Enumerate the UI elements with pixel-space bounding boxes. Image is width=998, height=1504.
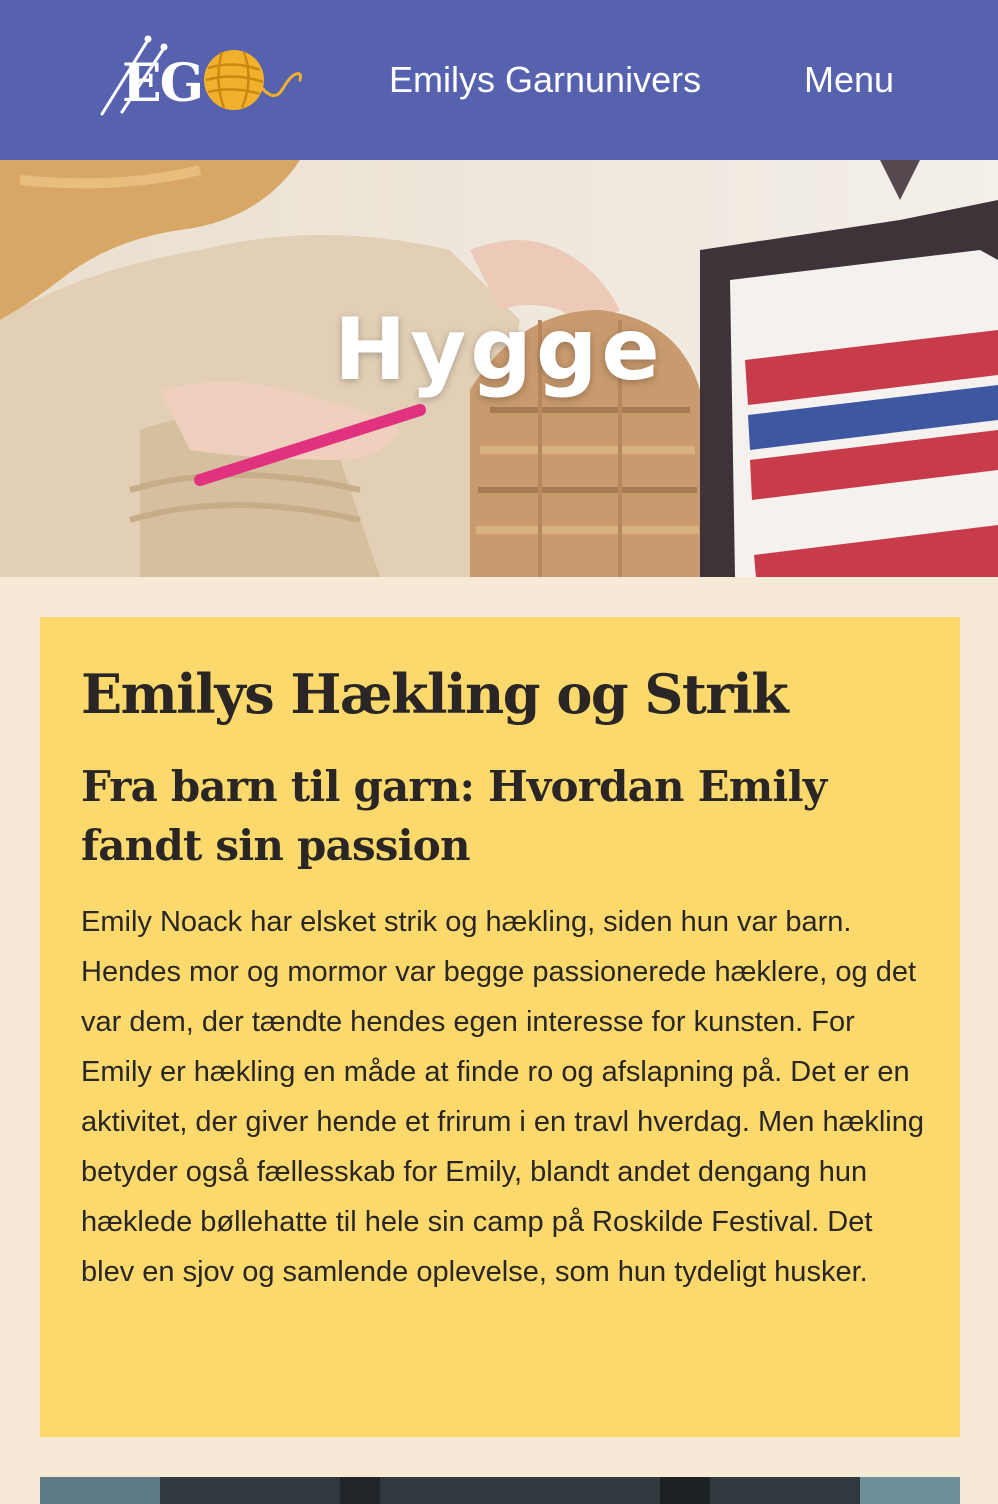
- site-header: EG Emilys Garnunivers Menu: [0, 0, 998, 160]
- hero-banner: Hygge: [0, 160, 998, 577]
- next-image-graphic: [40, 1477, 960, 1504]
- menu-button[interactable]: Menu: [804, 56, 894, 104]
- article-body: Emily Noack har elsket strik og hækling,…: [81, 906, 925, 1288]
- next-section-image: [40, 1477, 960, 1504]
- article-title: Emilys Hækling og Strik: [81, 662, 789, 726]
- article-subtitle: Fra barn til garn: Hvordan Emily fandt s…: [81, 762, 827, 870]
- site-title-link[interactable]: Emilys Garnunivers: [389, 56, 701, 104]
- logo-text: EG: [122, 53, 204, 114]
- site-logo[interactable]: EG: [96, 30, 306, 126]
- article-card: Emilys Hækling og Strik Fra barn til gar…: [40, 617, 960, 1437]
- hero-title: Hygge: [334, 300, 664, 400]
